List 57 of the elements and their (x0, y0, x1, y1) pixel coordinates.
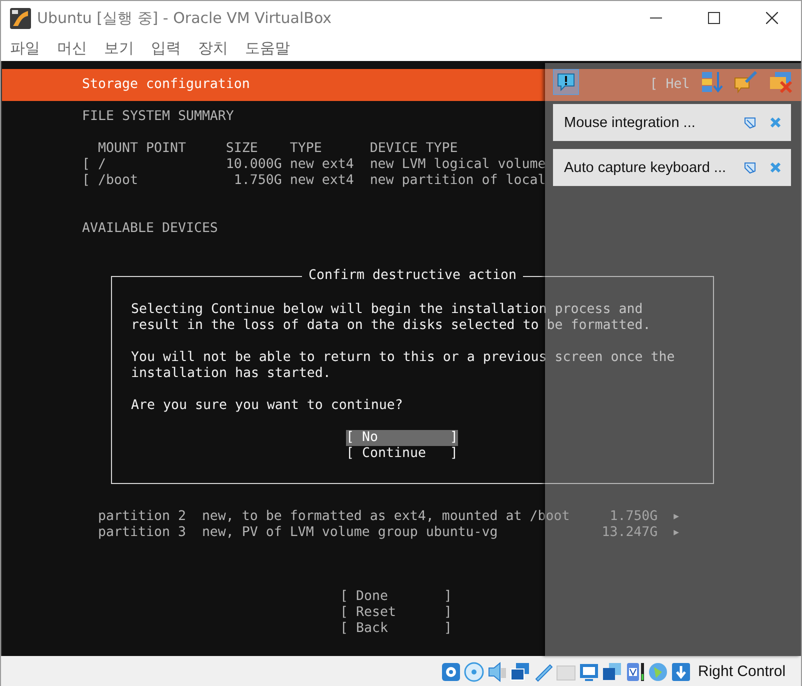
action-button[interactable]: [ Back ] (340, 621, 452, 637)
action-button[interactable]: [ Done ] (340, 589, 452, 605)
column-header: TYPE (290, 141, 322, 157)
section-heading: FILE SYSTEM SUMMARY (82, 109, 234, 125)
column-header: SIZE (226, 141, 258, 157)
menu-item[interactable]: 보기 (98, 38, 140, 58)
action-button[interactable]: [ Reset ] (340, 605, 452, 621)
screen-title: Storage configuration (82, 77, 250, 93)
dialog-button[interactable]: [ Continue ] (346, 446, 458, 462)
menu-item[interactable]: 장치 (192, 38, 234, 58)
display-icon[interactable] (579, 662, 599, 682)
table-cell-text: /boot (98, 173, 139, 189)
menu-item[interactable]: 입력 (145, 38, 187, 58)
maximize-icon[interactable] (708, 12, 720, 24)
table-cell: 10.000G (226, 157, 282, 173)
expand-arrow: ▶ (674, 511, 680, 524)
menu-item[interactable]: 도움말 (239, 38, 296, 58)
expand-arrow: ▶ (674, 527, 680, 540)
row-bracket: [ (82, 173, 91, 189)
list-arrow-icon[interactable] (701, 70, 723, 94)
notification-toggle[interactable] (553, 69, 579, 95)
table-cell-text: new ext4 (290, 157, 355, 173)
optical-disc-icon[interactable] (464, 662, 484, 682)
row-bracket: [ (82, 157, 91, 173)
dialog-message: Are you sure you want to continue? (131, 398, 404, 414)
window-title: Ubuntu [실행 중] - Oracle VM VirtualBox (37, 8, 333, 28)
table-cell: new LVM logical volume (370, 157, 546, 173)
table-cell-text: 1.750G (608, 509, 658, 525)
table-cell-text: new ext4 (290, 173, 355, 189)
table-cell-text: 1.750G (232, 173, 282, 189)
table-cell-text: 13.247G (600, 525, 658, 541)
notification-text: Mouse integration ... (564, 114, 696, 130)
column-header: DEVICE TYPE (370, 141, 458, 157)
table-cell-text: partition 3 (98, 525, 187, 541)
windows-icon[interactable] (602, 662, 622, 682)
app-icon (10, 8, 31, 28)
menu-item[interactable]: 파일 (4, 38, 46, 58)
dialog-button[interactable]: [ No ] (346, 430, 458, 446)
speaker-icon[interactable] (487, 662, 507, 682)
dialog-message: You will not be able to return to this or a previous screen once the installation has started. (131, 350, 675, 382)
keyboard-capture-icon[interactable] (671, 662, 691, 682)
column-header: MOUNT POINT (98, 141, 186, 157)
table-cell-text: partition 2 (98, 509, 187, 525)
processor-icon[interactable] (625, 662, 645, 682)
pushpin-note-icon[interactable] (734, 70, 758, 94)
notification-text: Auto capture keyboard ... (564, 160, 728, 176)
dialog-message: Selecting Continue below will begin the installation process and result in the loss of data on the disks selected to be formatted. (131, 302, 652, 334)
menu-item[interactable]: 머신 (51, 38, 93, 58)
section-heading: AVAILABLE DEVICES (82, 221, 218, 237)
table-cell-text: / (98, 157, 107, 173)
host-key-label: Right Control (698, 663, 786, 680)
table-cell-text: new, PV of LVM volume group ubuntu-vg (202, 525, 499, 541)
close-icon[interactable] (766, 12, 778, 24)
close-all-icon[interactable] (769, 70, 793, 94)
table-cell: new partition of local (370, 173, 546, 189)
notification-card[interactable]: Mouse integration ... (553, 104, 791, 141)
notification-card[interactable]: Auto capture keyboard ... (553, 149, 791, 186)
